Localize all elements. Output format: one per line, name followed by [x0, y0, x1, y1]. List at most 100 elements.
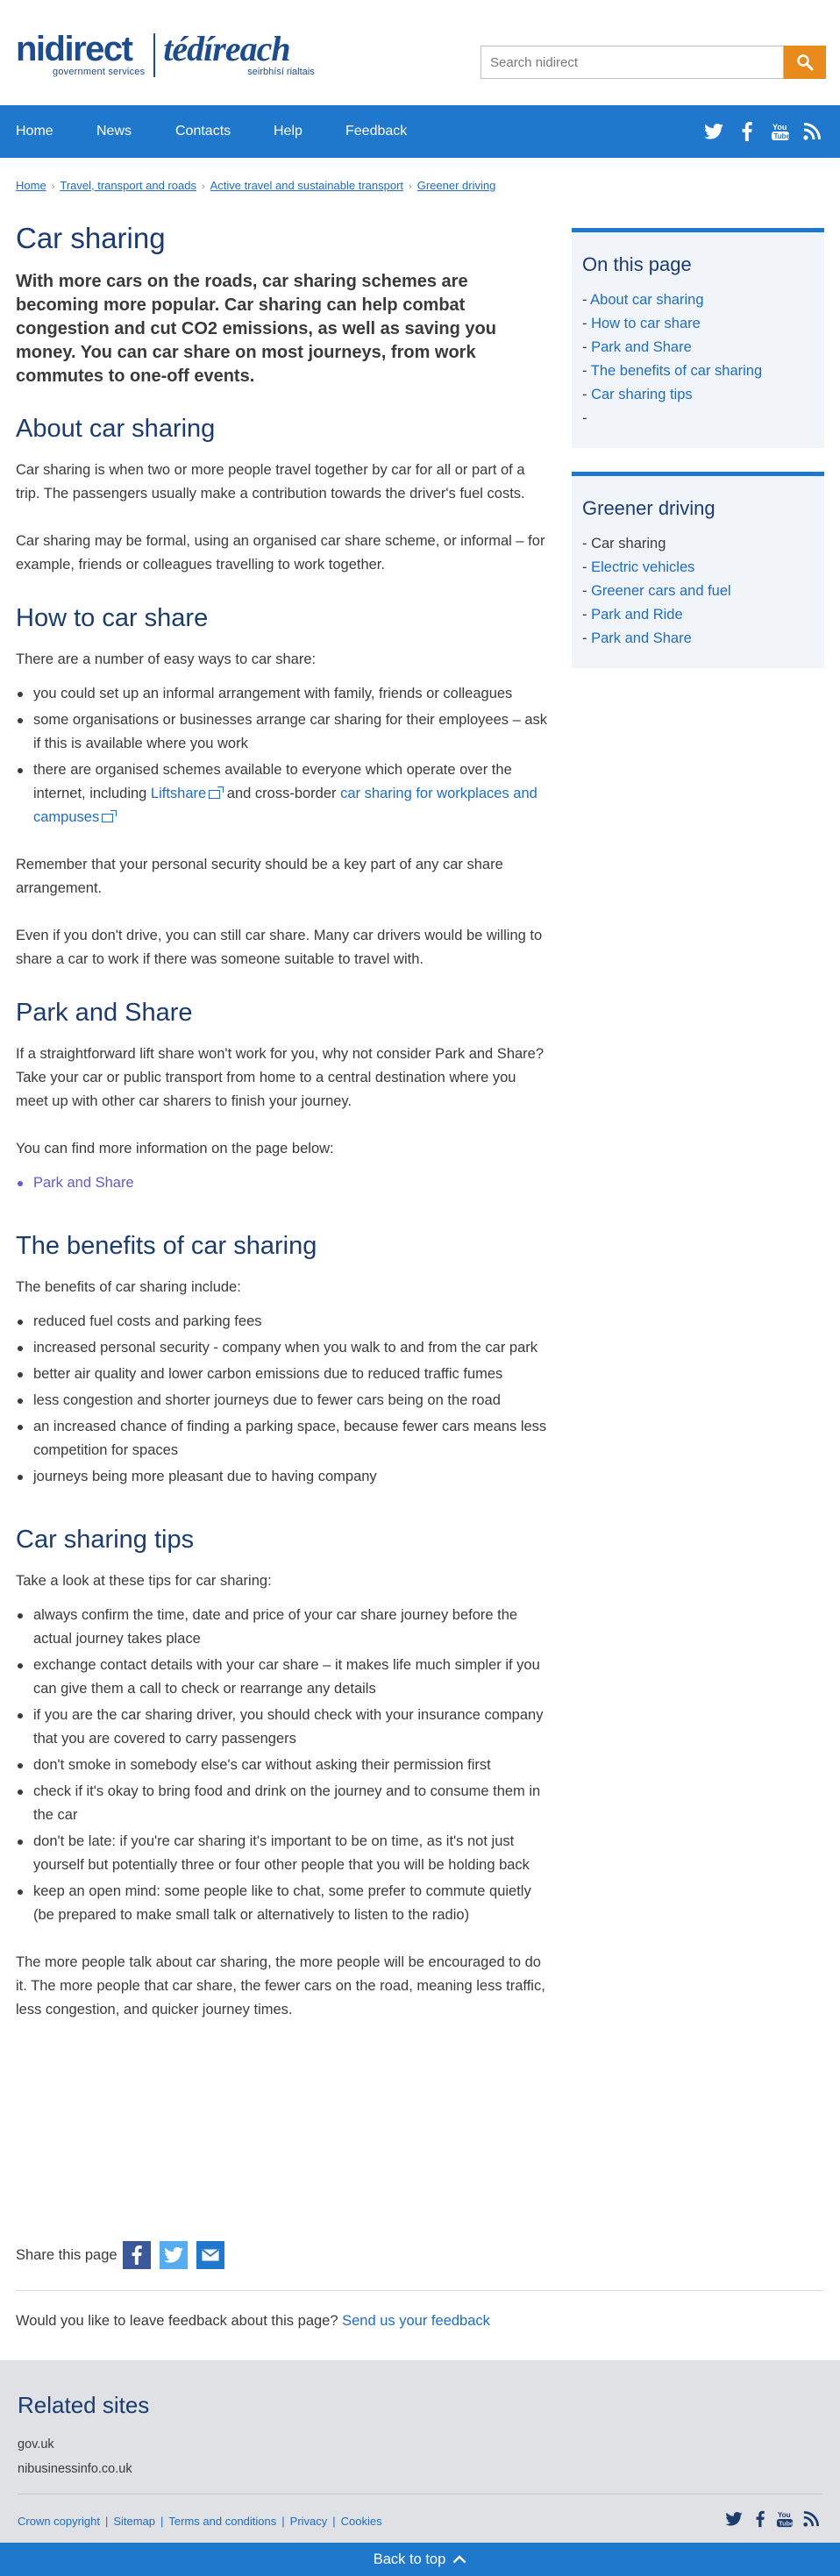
- breadcrumb-separator-icon: ›: [51, 181, 55, 192]
- site-footer: Related sites gov.uk nibusinessinfo.co.u…: [0, 2360, 840, 2543]
- list-item: always confirm the time, date and price …: [16, 1604, 551, 1651]
- divider: [16, 2290, 824, 2291]
- sidebar-link-park-share[interactable]: Park and Share: [591, 339, 692, 355]
- nav-feedback[interactable]: Feedback: [345, 105, 407, 158]
- list-item: don't be late: if you're car sharing it'…: [16, 1830, 551, 1877]
- footer-separator: |: [281, 2515, 285, 2528]
- nidirect-tagline: government services: [53, 67, 146, 77]
- greener-driving-heading: Greener driving: [582, 497, 715, 519]
- sidebar-item: - Car sharing tips: [582, 387, 693, 402]
- breadcrumb-active-travel[interactable]: Active travel and sustainable transport: [210, 179, 403, 192]
- sidebar-current-label: Car sharing: [591, 536, 666, 551]
- how-paragraph-1: Remember that your personal security sho…: [16, 857, 503, 896]
- list-item: check if it's okay to bring food and dri…: [16, 1780, 551, 1827]
- svg-text:Tube: Tube: [779, 2519, 794, 2527]
- greener-driving-box: Greener driving - Car sharing - Electric…: [572, 472, 824, 668]
- sidebar-link-about[interactable]: About car sharing: [590, 292, 703, 308]
- tips-list: always confirm the time, date and price …: [16, 1604, 551, 1927]
- rss-icon[interactable]: [801, 121, 822, 142]
- nav-news[interactable]: News: [96, 105, 132, 158]
- site-logo[interactable]: nidirect government services tédíreach s…: [16, 32, 315, 78]
- about-paragraph-1: Car sharing is when two or more people t…: [16, 462, 525, 502]
- list-item: less congestion and shorter journeys due…: [16, 1389, 551, 1413]
- facebook-icon[interactable]: [751, 2509, 770, 2529]
- sidebar-link-park-and-share[interactable]: Park and Share: [591, 630, 692, 646]
- youtube-icon[interactable]: You Tube: [775, 2509, 794, 2529]
- breadcrumb-separator-icon: ›: [409, 181, 412, 192]
- list-item: there are organised schemes available to…: [16, 758, 551, 829]
- related-site-govuk[interactable]: gov.uk: [18, 2437, 54, 2451]
- sidebar-link-tips[interactable]: Car sharing tips: [591, 387, 693, 402]
- nav-home[interactable]: Home: [16, 105, 53, 158]
- breadcrumb-greener-driving[interactable]: Greener driving: [417, 179, 496, 192]
- tedireach-logo: tédíreach seirbhísí rialtais: [163, 32, 314, 78]
- sidebar-link-how[interactable]: How to car share: [591, 316, 701, 331]
- related-sites-heading: Related sites: [18, 2392, 150, 2418]
- nav-help[interactable]: Help: [274, 105, 303, 158]
- sidebar-item: - Greener cars and fuel: [582, 583, 731, 599]
- sidebar-link-electric[interactable]: Electric vehicles: [591, 559, 694, 575]
- park-and-share-link[interactable]: Park and Share: [33, 1175, 134, 1191]
- twitter-icon[interactable]: [703, 121, 724, 142]
- rss-icon[interactable]: [801, 2509, 821, 2529]
- on-this-page-box: On this page - About car sharing - How t…: [572, 228, 824, 448]
- search-button[interactable]: [784, 46, 826, 79]
- share-email-button[interactable]: [196, 2241, 224, 2269]
- list-item: exchange contact details with your car s…: [16, 1654, 551, 1701]
- sidebar-item: - Park and Ride: [582, 607, 683, 623]
- breadcrumb-separator-icon: ›: [201, 181, 205, 192]
- nav-contacts[interactable]: Contacts: [175, 105, 231, 158]
- liftshare-link[interactable]: Liftshare: [151, 786, 206, 801]
- youtube-icon[interactable]: You Tube: [770, 121, 791, 142]
- breadcrumb: Home › Travel, transport and roads › Active …: [16, 179, 495, 192]
- list-item: you could set up an informal arrangement…: [16, 682, 551, 706]
- heading-how: How to car share: [16, 604, 209, 632]
- breadcrumb-home[interactable]: Home: [16, 179, 46, 192]
- nidirect-logo: nidirect government services: [16, 32, 146, 77]
- svg-text:You: You: [772, 123, 787, 132]
- sidebar-link-greener-cars[interactable]: Greener cars and fuel: [591, 583, 731, 599]
- footer-link-crown-copyright[interactable]: Crown copyright: [18, 2515, 100, 2528]
- send-feedback-link[interactable]: Send us your feedback: [342, 2313, 490, 2329]
- facebook-icon[interactable]: [737, 121, 758, 142]
- share-facebook-button[interactable]: [122, 2241, 151, 2269]
- related-site-nibusinessinfo[interactable]: nibusinessinfo.co.uk: [18, 2462, 132, 2476]
- breadcrumb-travel[interactable]: Travel, transport and roads: [60, 179, 196, 192]
- external-link-icon: [102, 809, 117, 822]
- sidebar-item-current: - Car sharing: [582, 536, 666, 551]
- external-link-icon: [209, 786, 224, 799]
- sidebar-item: - Park and Share: [582, 630, 692, 646]
- twitter-icon: [163, 2247, 183, 2263]
- sidebar-item: - Park and Share: [582, 339, 692, 355]
- list-item: Park and Share: [16, 1171, 551, 1195]
- park-paragraph-1: If a straightforward lift share won't wo…: [16, 1046, 545, 1109]
- heading-park-share: Park and Share: [16, 999, 193, 1027]
- share-twitter-button[interactable]: [159, 2241, 188, 2269]
- how-list: you could set up an informal arrangement…: [16, 682, 551, 829]
- search-input[interactable]: [481, 46, 784, 79]
- list-item: an increased chance of finding a parking…: [16, 1415, 551, 1462]
- sidebar-link-park-ride[interactable]: Park and Ride: [591, 607, 683, 623]
- footer-link-cookies[interactable]: Cookies: [341, 2515, 382, 2528]
- site-header: nidirect government services tédíreach s…: [0, 0, 840, 105]
- sidebar-item: - About car sharing: [582, 292, 704, 308]
- logo-divider: [153, 33, 156, 77]
- how-paragraph-2: Even if you don't drive, you can still c…: [16, 928, 543, 967]
- sidebar-link-benefits[interactable]: The benefits of car sharing: [591, 363, 762, 379]
- twitter-icon[interactable]: [724, 2509, 744, 2529]
- footer-link-privacy[interactable]: Privacy: [290, 2515, 328, 2528]
- footer-separator: |: [332, 2515, 336, 2528]
- main-content: Car sharing With more cars on the roads,…: [16, 217, 551, 2046]
- list-item: don't smoke in somebody else's car witho…: [16, 1754, 551, 1777]
- search-icon: [797, 54, 814, 71]
- list-item: journeys being more pleasant due to havi…: [16, 1465, 551, 1489]
- list-item: some organisations or businesses arrange…: [16, 708, 551, 756]
- footer-link-terms[interactable]: Terms and conditions: [168, 2515, 276, 2528]
- back-to-top-button[interactable]: Back to top: [0, 2543, 840, 2576]
- main-navigation: Home News Contacts Help Feedback You Tube: [0, 105, 840, 158]
- list-item: better air quality and lower carbon emis…: [16, 1363, 551, 1386]
- svg-text:You: You: [778, 2511, 791, 2519]
- page-summary: With more cars on the roads, car sharing…: [16, 272, 496, 386]
- tips-intro: Take a look at these tips for car sharin…: [16, 1573, 272, 1589]
- footer-link-sitemap[interactable]: Sitemap: [113, 2515, 155, 2528]
